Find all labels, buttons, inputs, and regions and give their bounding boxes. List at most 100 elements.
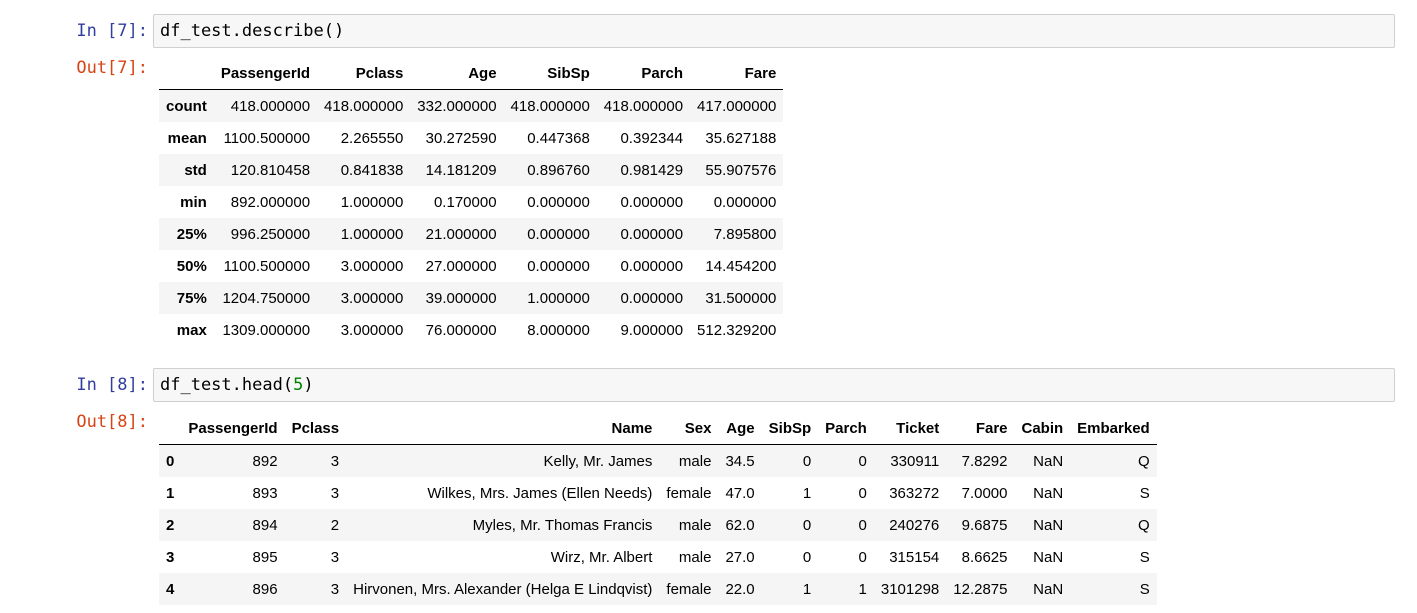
table-header-row: PassengerId Pclass Name Sex Age SibSp Parch Tic… <box>159 412 1157 445</box>
table-cell: 7.8292 <box>961 452 1008 470</box>
table-cell: 315154 <box>889 548 940 566</box>
table-cell: 3.000000 <box>340 321 404 339</box>
table-cell: Hirvonen, Mrs. Alexander (Helga E Lindqv… <box>353 580 653 598</box>
table-cell: 240276 <box>889 516 940 534</box>
table-cell: 14.181209 <box>425 161 497 179</box>
table-cell: 0 <box>858 484 867 502</box>
code-number-literal: 5 <box>293 375 304 395</box>
row-index: std <box>184 161 207 179</box>
table-row: 2 894 2 Myles, Mr. Thomas Francis male 62.0 0 0… <box>159 509 1157 541</box>
index-header <box>159 412 181 445</box>
code-cell-input[interactable]: df_test.head(5) <box>153 368 1395 402</box>
output-prompt: Out[8]: <box>76 412 148 432</box>
table-cell: 7.0000 <box>961 484 1008 502</box>
column-header: Age <box>726 419 755 437</box>
table-cell: Wilkes, Mrs. James (Ellen Needs) <box>427 484 653 502</box>
column-header: Pclass <box>291 419 340 437</box>
table-cell: male <box>678 452 712 470</box>
table-cell: NaN <box>1033 516 1064 534</box>
row-index: 75% <box>176 289 207 307</box>
table-cell: 7.895800 <box>713 225 777 243</box>
table-cell: 14.454200 <box>705 257 777 275</box>
column-header: Fare <box>744 64 777 82</box>
table-cell: male <box>678 516 712 534</box>
table-cell: Kelly, Mr. James <box>543 452 653 470</box>
row-index: mean <box>167 129 207 147</box>
table-cell: 896 <box>252 580 278 598</box>
head-output-table: PassengerId Pclass Name Sex Age SibSp Parch Tic… <box>159 412 1157 605</box>
table-cell: 3.000000 <box>340 289 404 307</box>
code-text-prefix: df_test.head( <box>160 375 294 395</box>
code-text: df_test.describe() <box>160 21 345 41</box>
row-index: min <box>180 193 207 211</box>
table-cell: 2 <box>330 516 340 534</box>
table-cell: 0 <box>858 548 867 566</box>
table-cell: 55.907576 <box>705 161 777 179</box>
table-cell: 0.170000 <box>433 193 497 211</box>
table-cell: NaN <box>1033 580 1064 598</box>
table-cell: 1.000000 <box>527 289 590 307</box>
row-index: 25% <box>176 225 207 243</box>
table-cell: 12.2875 <box>953 580 1008 598</box>
table-cell: 0 <box>802 516 812 534</box>
table-cell: 895 <box>252 548 278 566</box>
input-prompt: In [7]: <box>76 21 148 41</box>
input-prompt: In [8]: <box>76 375 148 395</box>
table-row: 75% 1204.750000 3.000000 39.000000 1.000000 0… <box>159 282 784 314</box>
table-row: min 892.000000 1.000000 0.170000 0.000000 0.0… <box>159 186 783 218</box>
table-cell: 0.000000 <box>620 289 684 307</box>
table-cell: NaN <box>1033 452 1064 470</box>
table-cell: 34.5 <box>725 452 755 470</box>
table-cell: 62.0 <box>725 516 755 534</box>
table-cell: 996.250000 <box>230 225 311 243</box>
table-cell: 0.392344 <box>620 129 684 147</box>
table-cell: 27.000000 <box>425 257 497 275</box>
column-header: SibSp <box>768 419 812 437</box>
table-cell: NaN <box>1033 484 1064 502</box>
table-cell: 0.000000 <box>527 193 590 211</box>
table-cell: 35.627188 <box>705 129 777 147</box>
table-cell: 8.000000 <box>527 321 590 339</box>
table-cell: S <box>1139 484 1150 502</box>
table-cell: 27.0 <box>725 548 755 566</box>
table-cell: 0.000000 <box>527 225 590 243</box>
table-row: 50% 1100.500000 3.000000 27.000000 0.000000 0… <box>159 250 783 282</box>
table-row: count 418.000000 418.000000 332.000000 418.0… <box>159 89 784 122</box>
column-header: PassengerId <box>188 419 278 437</box>
table-cell: 892.000000 <box>230 193 311 211</box>
table-cell: 0.447368 <box>527 129 590 147</box>
column-header: Ticket <box>896 419 940 437</box>
table-cell: 30.272590 <box>425 129 497 147</box>
table-cell: 1.000000 <box>340 193 404 211</box>
code-text-suffix: ) <box>303 375 314 395</box>
table-cell: female <box>666 580 712 598</box>
describe-output-table: PassengerId Pclass Age SibSp Parch Fare count… <box>159 57 784 346</box>
table-cell: 1100.500000 <box>223 257 311 275</box>
table-row: mean 1100.500000 2.265550 30.272590 0.447368… <box>159 122 783 154</box>
table-cell: 363272 <box>889 484 940 502</box>
table-cell: 0 <box>802 548 812 566</box>
column-header: Sex <box>684 419 712 437</box>
column-header: Parch <box>825 419 867 437</box>
row-index: max <box>176 321 207 339</box>
table-cell: 2.265550 <box>340 129 404 147</box>
code-cell-input[interactable]: df_test.describe() <box>153 14 1395 48</box>
column-header: Pclass <box>355 64 404 82</box>
column-header: Age <box>468 64 497 82</box>
table-cell: 3 <box>330 580 340 598</box>
table-cell: 8.6625 <box>961 548 1008 566</box>
table-cell: 1 <box>802 580 812 598</box>
table-cell: Wirz, Mr. Albert <box>550 548 653 566</box>
table-cell: S <box>1139 580 1150 598</box>
row-index: 3 <box>166 548 175 566</box>
table-cell: 0.000000 <box>620 225 684 243</box>
table-cell: 418.000000 <box>603 97 684 115</box>
table-cell: 418.000000 <box>324 97 404 115</box>
table-cell: 3 <box>330 548 340 566</box>
table-cell: 332.000000 <box>417 97 497 115</box>
row-index: 1 <box>166 484 175 502</box>
table-cell: 512.329200 <box>697 321 777 339</box>
table-cell: 418.000000 <box>230 97 311 115</box>
table-cell: 892 <box>252 452 278 470</box>
output-prompt: Out[7]: <box>76 58 148 78</box>
